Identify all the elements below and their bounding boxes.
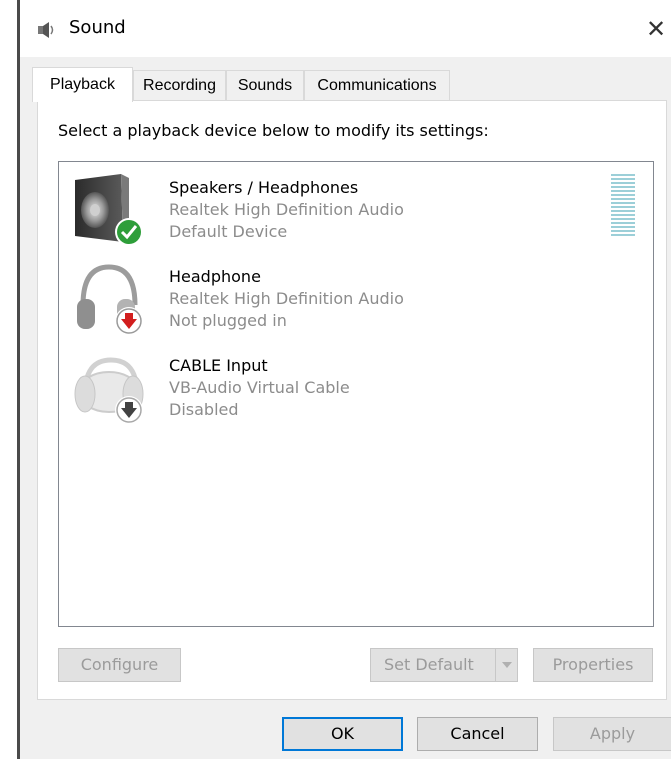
- apply-button[interactable]: Apply: [553, 717, 671, 751]
- speaker-icon: [38, 22, 54, 38]
- device-driver: Realtek High Definition Audio: [169, 289, 404, 308]
- properties-button[interactable]: Properties: [533, 648, 653, 682]
- tab-label: Playback: [50, 76, 115, 93]
- tab-label: Sounds: [237, 77, 293, 94]
- title-bar[interactable]: Sound ✕: [20, 0, 671, 57]
- button-label: Set Default: [384, 655, 474, 674]
- device-name: CABLE Input: [169, 356, 268, 375]
- tab-recording[interactable]: Recording: [133, 70, 226, 100]
- device-name: Headphone: [169, 267, 261, 286]
- close-icon: ✕: [645, 15, 667, 43]
- tab-sounds[interactable]: Sounds: [226, 70, 304, 100]
- instruction-text: Select a playback device below to modify…: [58, 121, 489, 140]
- cancel-button[interactable]: Cancel: [417, 717, 538, 751]
- volume-level-meter: [611, 174, 635, 240]
- sound-dialog: Sound ✕ Recording Sounds Communications …: [20, 0, 671, 759]
- headphone-icon: [77, 264, 143, 335]
- device-driver: VB-Audio Virtual Cable: [169, 378, 350, 397]
- ok-button[interactable]: OK: [282, 717, 403, 751]
- device-state: Disabled: [169, 400, 239, 419]
- list-item-speakers[interactable]: Speakers / Headphones Realtek High Defin…: [59, 162, 619, 248]
- button-label: Apply: [589, 724, 636, 743]
- device-state: Default Device: [169, 222, 288, 241]
- button-label: OK: [330, 724, 355, 743]
- button-label: Configure: [80, 655, 159, 674]
- tab-label: Communications: [317, 77, 437, 94]
- tab-communications[interactable]: Communications: [304, 70, 450, 100]
- red-down-arrow-badge-icon: [115, 307, 143, 335]
- black-down-arrow-badge-icon: [115, 396, 143, 424]
- set-default-button[interactable]: Set Default: [370, 648, 518, 682]
- button-label: Cancel: [450, 724, 505, 743]
- speaker-icon: [75, 174, 143, 246]
- device-name: Speakers / Headphones: [169, 178, 359, 197]
- check-badge-icon: [115, 218, 143, 246]
- device-list[interactable]: Speakers / Headphones Realtek High Defin…: [58, 161, 654, 627]
- button-label: Properties: [552, 655, 634, 674]
- list-item-cable-input[interactable]: CABLE Input VB-Audio Virtual Cable Disab…: [59, 340, 619, 426]
- list-item-headphone[interactable]: Headphone Realtek High Definition Audio …: [59, 251, 619, 337]
- chevron-down-icon: [502, 662, 512, 668]
- tab-label: Recording: [143, 77, 216, 94]
- set-default-dropdown[interactable]: [495, 649, 518, 681]
- device-state: Not plugged in: [169, 311, 287, 330]
- configure-button[interactable]: Configure: [58, 648, 181, 682]
- close-button[interactable]: ✕: [641, 8, 671, 50]
- tab-playback[interactable]: Playback: [32, 67, 133, 102]
- window-title: Sound: [69, 17, 126, 38]
- device-driver: Realtek High Definition Audio: [169, 200, 404, 219]
- headphone-icon: [74, 357, 144, 424]
